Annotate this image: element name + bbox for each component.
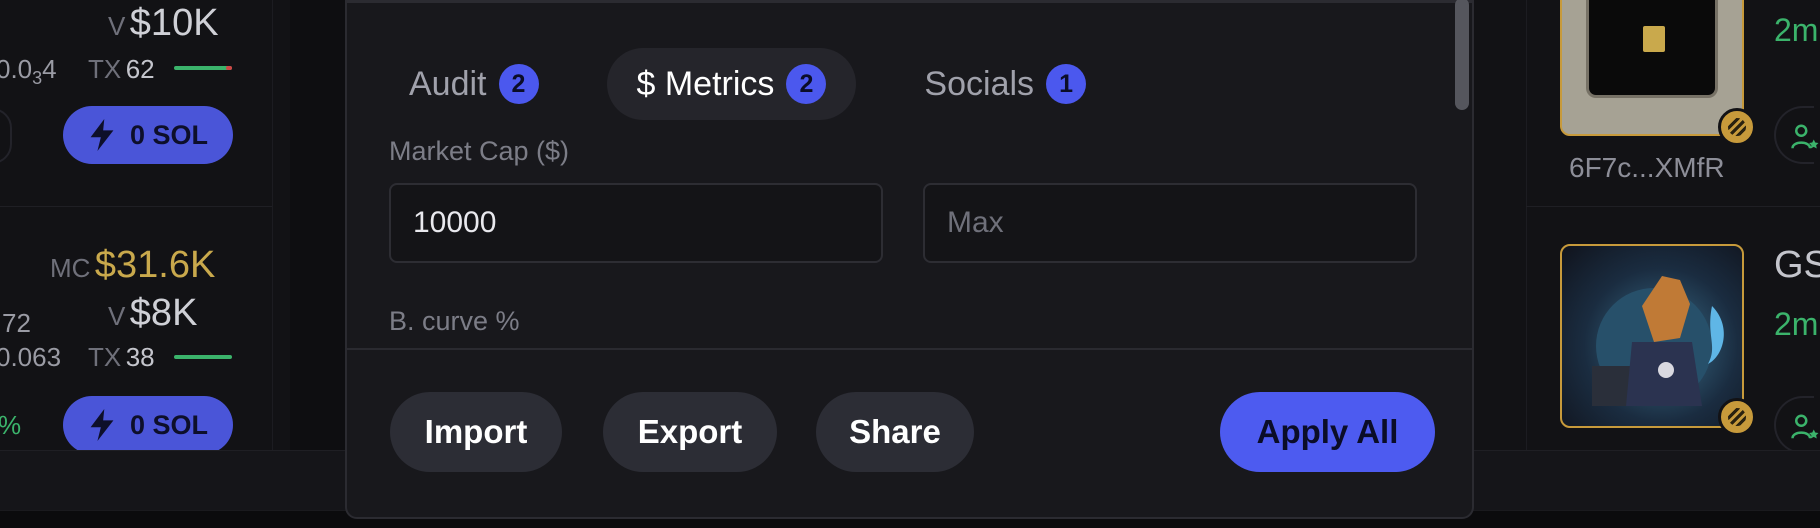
tx-stat: TX 38 [88,342,155,373]
market-cap-max-input[interactable] [923,183,1417,263]
holders-pill[interactable] [1774,106,1819,164]
token-image[interactable] [1560,0,1744,136]
quick-buy-label: 0 SOL [129,119,209,150]
tab-count-badge: 1 [1046,64,1087,104]
user-star-icon [1791,414,1819,439]
column-divider [1526,0,1527,450]
token-age: 2m [1774,306,1819,342]
tx-stat: TX 62 [88,54,155,85]
left-fragment: 72 [2,308,31,338]
tab-label: Audit [409,64,487,103]
left-token-column: V $10K 0.034 TX 62 0 SOL MC $31.6K V $8K… [0,0,290,450]
price-fragment: 0.034 [0,54,57,89]
token-glyph [1643,26,1665,52]
price-fragment: 0.063 [0,342,62,372]
market-cap-label: Market Cap ($) [389,136,570,166]
volume-label: V [108,301,126,331]
modal-scrollbar[interactable] [1455,0,1469,110]
volume-value: $8K [129,292,198,334]
tab-label: Socials [924,64,1035,103]
token-name[interactable]: GS [1774,244,1820,287]
tx-count: 62 [125,54,155,84]
tab-label: $ Metrics [636,64,775,103]
volume-label: V [108,11,126,41]
lightning-icon [90,409,114,441]
modal-top-border [347,0,1472,3]
price-subscript: 3 [32,68,43,89]
coin-badge-icon [1718,108,1756,146]
right-token-column: 2m 6F7c...XMfR GS 2m [1474,0,1820,450]
lightning-icon [90,119,114,151]
app-stage: V $10K 0.034 TX 62 0 SOL MC $31.6K V $8K… [0,0,1820,528]
tab-metrics[interactable]: $ Metrics 2 [606,48,857,120]
bonding-curve-label: B. curve % [389,306,520,336]
tab-audit[interactable]: Audit 2 [379,48,569,120]
quick-buy-button[interactable]: 0 SOL [63,106,233,164]
volume-value: $10K [129,2,219,44]
volume-stat: V $8K [108,292,197,335]
tab-socials[interactable]: Socials 1 [894,48,1116,120]
token-image-art [1586,0,1718,98]
modal-footer-divider [347,348,1472,350]
mc-value: $31.6K [94,244,216,286]
token-age: 2m [1774,12,1819,48]
user-star-icon [1791,124,1819,149]
share-button[interactable]: Share [816,392,974,472]
quick-buy-label: 0 SOL [129,409,209,440]
coin-badge-icon [1718,398,1756,436]
apply-all-button[interactable]: Apply All [1220,392,1435,472]
market-cap-stat: MC $31.6K [50,244,215,287]
card-divider [0,206,272,207]
price-tail: 4 [42,54,57,84]
mc-label: MC [50,253,91,283]
percent-fragment: % [0,410,22,440]
export-button[interactable]: Export [603,392,777,472]
card-divider [1526,206,1820,207]
market-cap-min-input[interactable] [389,183,883,263]
column-divider [272,0,273,450]
tx-ratio-bar [174,66,232,70]
card-action-pill[interactable] [0,108,12,164]
tab-count-badge: 2 [786,64,827,104]
filter-modal: Audit 2 $ Metrics 2 Socials 1 Market Cap… [345,0,1474,519]
token-address[interactable]: 6F7c...XMfR [1569,152,1725,184]
tx-count: 38 [125,342,155,372]
filter-tabs: Audit 2 $ Metrics 2 Socials 1 [379,48,1116,120]
volume-stat: V $10K [108,2,219,45]
tx-label: TX [88,342,122,372]
import-button[interactable]: Import [390,392,562,472]
tx-label: TX [88,54,122,84]
token-image[interactable] [1560,244,1744,428]
tab-count-badge: 2 [498,64,539,104]
tx-ratio-bar [174,355,232,359]
price-text: 0.0 [0,54,33,84]
token-image-art [1592,276,1724,406]
quick-buy-button[interactable]: 0 SOL [63,396,233,450]
tx-sell-segment [226,66,232,70]
holders-pill[interactable] [1774,396,1819,450]
